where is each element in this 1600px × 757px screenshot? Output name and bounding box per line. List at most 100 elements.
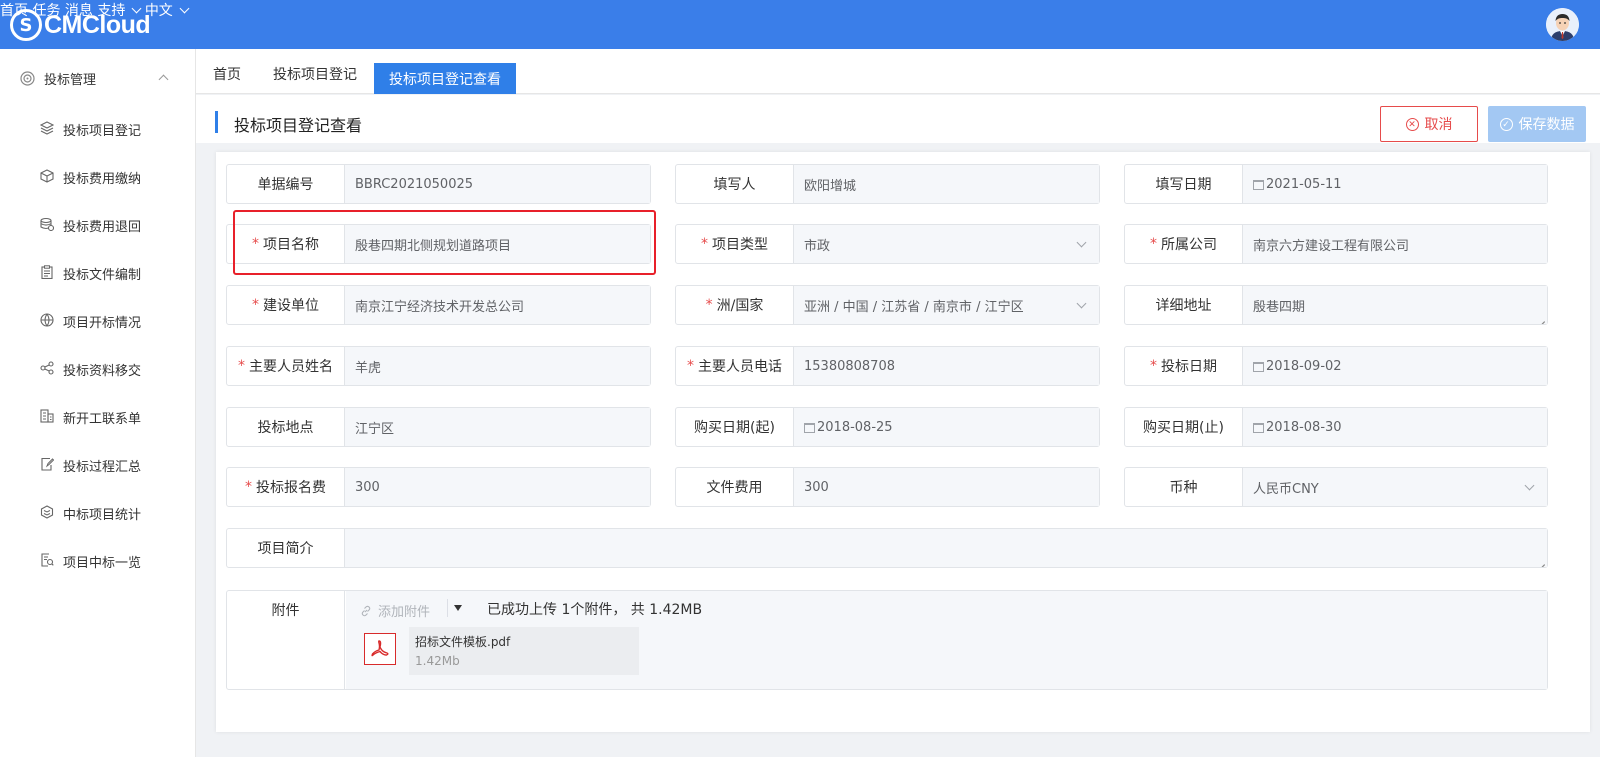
content-header: 投标项目登记查看 ✕ 取消 ✓ 保存数据 [196, 95, 1600, 143]
top-bar: S CMCloud 首页 任务 消息 支持 中文 [0, 0, 1600, 49]
share-icon [40, 361, 54, 375]
cube-icon [40, 169, 54, 183]
sidebar-item-winning-overview[interactable]: 项目中标一览 [0, 542, 196, 582]
nav-language[interactable]: 中文 [145, 3, 190, 19]
tab-bid-registration-view[interactable]: 投标项目登记查看 [374, 63, 516, 94]
sidebar-item-doc-transfer[interactable]: 投标资料移交 [0, 350, 196, 390]
builder-input[interactable]: 南京江宁经济技术开发总公司 [345, 286, 650, 324]
sidebar-group-label: 投标管理 [44, 73, 97, 88]
sidebar-item-bid-registration[interactable]: 投标项目登记 [0, 110, 196, 150]
logo[interactable]: S CMCloud [10, 9, 151, 41]
main-person-input[interactable]: 羊虎 [345, 347, 650, 385]
required-mark: * [238, 358, 245, 374]
field-label-text: 洲/国家 [716, 298, 764, 314]
summary-textarea[interactable] [345, 529, 1547, 567]
required-mark: * [705, 297, 713, 313]
reg-fee-input[interactable]: 300 [345, 468, 650, 506]
sidebar-item-process-summary[interactable]: 投标过程汇总 [0, 446, 196, 486]
calendar-icon [804, 423, 815, 433]
cancel-button[interactable]: ✕ 取消 [1380, 106, 1478, 142]
field-label: * 建设单位 [227, 286, 345, 324]
field-label-text: 项目名称 [263, 237, 319, 253]
required-mark: * [252, 236, 259, 252]
bid-date-value: 2018-09-02 [1266, 358, 1342, 374]
field-label: 填写人 [676, 165, 794, 203]
resize-handle-icon[interactable] [1537, 557, 1545, 565]
close-circle-icon: ✕ [1405, 117, 1419, 131]
sidebar-item-winning-stats[interactable]: 中标项目统计 [0, 494, 196, 534]
field-main-person: * 主要人员姓名 羊虎 [226, 346, 651, 386]
field-bid-date: * 投标日期 2018-09-02 [1124, 346, 1548, 386]
add-attachment-label: 添加附件 [378, 605, 431, 620]
attachment-file-item[interactable]: 招标文件模板.pdf 1.42Mb [364, 627, 639, 675]
building-icon [40, 409, 54, 423]
region-cascader[interactable]: 亚洲 / 中国 / 江苏省 / 南京市 / 江宁区 [794, 286, 1099, 324]
hexagon-icon [40, 505, 54, 519]
save-data-button[interactable]: ✓ 保存数据 [1488, 106, 1586, 142]
required-mark: * [1150, 236, 1157, 252]
field-label: 项目简介 [227, 529, 345, 567]
sidebar-item-label: 投标费用缴纳 [63, 172, 142, 187]
field-builder: * 建设单位 南京江宁经济技术开发总公司 [226, 285, 651, 325]
add-attachment-button[interactable]: 添加附件 [360, 601, 430, 620]
field-label-text: 投标报名费 [256, 480, 326, 496]
field-label: 单据编号 [227, 165, 345, 203]
chevron-down-icon [1076, 298, 1087, 309]
caret-down-icon[interactable] [447, 599, 467, 617]
address-value: 殷巷四期 [1253, 299, 1306, 315]
file-fee-input[interactable]: 300 [794, 468, 1099, 506]
edit-doc-icon [41, 457, 54, 471]
field-reg-fee: * 投标报名费 300 [226, 467, 651, 507]
currency-select[interactable]: 人民币CNY [1243, 468, 1547, 506]
bid-date-picker[interactable]: 2018-09-02 [1243, 347, 1547, 385]
sidebar-group-bid-management[interactable]: 投标管理 [0, 63, 196, 95]
target-icon [20, 71, 35, 86]
company-input[interactable]: 南京六方建设工程有限公司 [1243, 225, 1547, 263]
field-label-text: 建设单位 [263, 298, 319, 314]
field-attachment: 附件 添加附件 已成功上传 1个附件， 共 1.42MB 招标文件模板.pdf … [226, 590, 1548, 690]
field-label-text: 项目类型 [712, 237, 768, 253]
doc-no-input[interactable]: BBRC2021050025 [345, 165, 650, 203]
sidebar-item-doc-compile[interactable]: 投标文件编制 [0, 254, 196, 294]
sidebar-item-label: 中标项目统计 [63, 508, 142, 523]
field-bid-location: 投标地点 江宁区 [226, 407, 651, 447]
calendar-icon [1253, 180, 1264, 190]
required-mark: * [687, 358, 694, 374]
save-button-label: 保存数据 [1518, 116, 1575, 132]
cancel-button-label: 取消 [1424, 116, 1453, 132]
link-icon [361, 605, 371, 616]
field-filler: 填写人 欧阳增城 [675, 164, 1100, 204]
field-label-text: 主要人员姓名 [249, 359, 333, 375]
sidebar-item-fee-payment[interactable]: 投标费用缴纳 [0, 158, 196, 198]
address-textarea[interactable]: 殷巷四期 [1243, 286, 1547, 324]
resize-handle-icon[interactable] [1537, 314, 1545, 322]
field-doc-no: 单据编号 BBRC2021050025 [226, 164, 651, 204]
sidebar-item-label: 投标文件编制 [63, 268, 142, 283]
field-buy-start: 购买日期(起) 2018-08-25 [675, 407, 1100, 447]
main-phone-input[interactable]: 15380808708 [794, 347, 1099, 385]
layers-icon [40, 121, 54, 135]
project-type-select[interactable]: 市政 [794, 225, 1099, 263]
title-accent-bar [215, 111, 218, 133]
buy-end-picker[interactable]: 2018-08-30 [1243, 408, 1547, 446]
fill-date-picker[interactable]: 2021-05-11 [1243, 165, 1547, 203]
required-mark: * [252, 297, 259, 313]
sidebar-item-bid-opening[interactable]: 项目开标情况 [0, 302, 196, 342]
project-name-input[interactable]: 殷巷四期北侧规划道路项目 [345, 225, 650, 263]
tab-bid-registration[interactable]: 投标项目登记 [273, 64, 357, 94]
chevron-down-icon [1524, 480, 1535, 491]
bid-location-input[interactable]: 江宁区 [345, 408, 650, 446]
check-circle-icon: ✓ [1499, 117, 1513, 131]
filler-input[interactable]: 欧阳增城 [794, 165, 1099, 203]
sidebar-item-fee-refund[interactable]: 投标费用退回 [0, 206, 196, 246]
sidebar-item-label: 投标资料移交 [63, 364, 142, 379]
field-region: * 洲/国家 亚洲 / 中国 / 江苏省 / 南京市 / 江宁区 [675, 285, 1100, 325]
field-label: 详细地址 [1125, 286, 1243, 324]
currency-value: 人民币CNY [1253, 481, 1319, 497]
globe-icon [40, 313, 54, 327]
tab-home[interactable]: 首页 [213, 64, 241, 94]
buy-start-picker[interactable]: 2018-08-25 [794, 408, 1099, 446]
calendar-icon [1253, 362, 1264, 372]
avatar[interactable] [1546, 8, 1579, 41]
sidebar-item-new-work-contact[interactable]: 新开工联系单 [0, 398, 196, 438]
